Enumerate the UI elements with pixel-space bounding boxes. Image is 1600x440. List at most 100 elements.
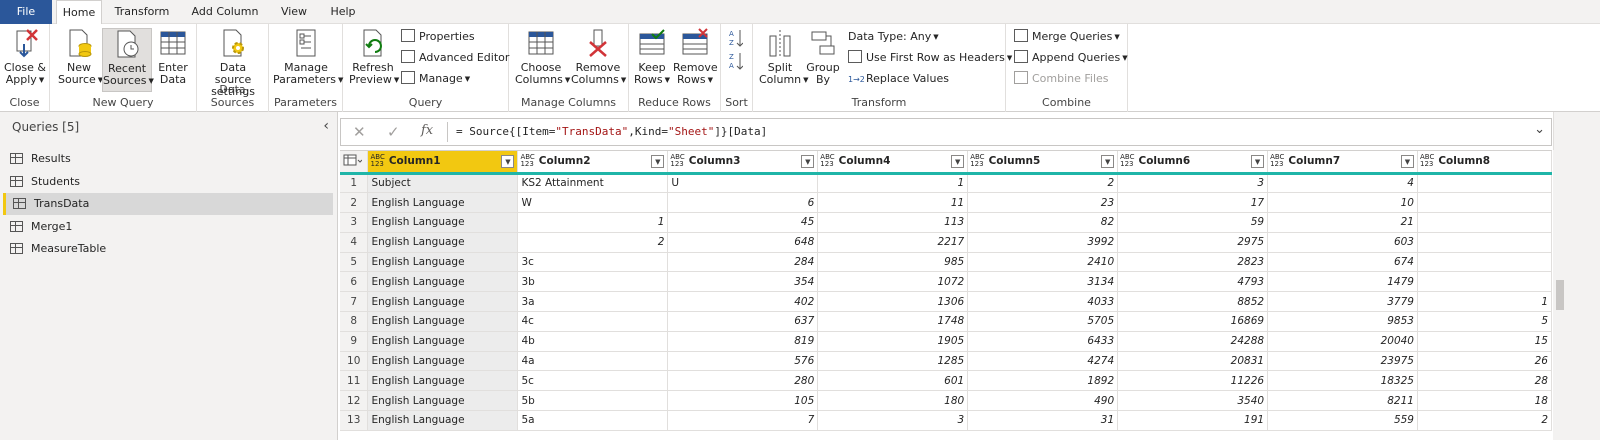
type-any-icon[interactable]: ABC 123 [820, 154, 834, 168]
table-cell[interactable]: 20831 [1117, 351, 1269, 372]
table-cell[interactable]: 1905 [817, 331, 969, 352]
table-cell[interactable]: 8211 [1267, 390, 1418, 412]
table-cell[interactable]: 4033 [967, 291, 1119, 313]
table-cell[interactable]: 113 [817, 212, 969, 233]
replace-values-button[interactable]: 1→2Replace Values [848, 70, 949, 88]
query-item-merge1[interactable]: Merge1 [3, 216, 333, 238]
table-cell[interactable]: 4793 [1117, 271, 1269, 293]
table-cell[interactable]: 1479 [1267, 271, 1418, 293]
refresh-preview-button[interactable]: Refresh Preview ▼ [349, 28, 399, 86]
tab-file[interactable]: File [0, 0, 52, 24]
close-apply-button[interactable]: Close & Apply ▼ [3, 28, 47, 86]
append-queries-button[interactable]: Append Queries ▼ [1014, 49, 1128, 67]
column-header-1[interactable]: ABC 123 Column1 ▼ [367, 151, 519, 175]
type-any-icon[interactable]: ABC 123 [670, 154, 684, 168]
table-cell[interactable]: 637 [667, 311, 819, 332]
table-cell[interactable]: 1748 [817, 311, 969, 332]
table-cell[interactable]: 4a [517, 351, 669, 372]
properties-button[interactable]: Properties [401, 28, 475, 46]
split-column-button[interactable]: Split Column ▼ [759, 28, 809, 86]
table-cell[interactable]: 6433 [967, 331, 1119, 352]
advanced-editor-button[interactable]: Advanced Editor [401, 49, 509, 67]
table-cell[interactable]: 354 [667, 271, 819, 293]
formula-input[interactable]: = Source{[Item="TransData",Kind="Sheet"]… [456, 125, 767, 138]
expand-formula-icon[interactable]: ⌄ [1534, 122, 1545, 137]
table-cell[interactable]: 4b [517, 331, 669, 352]
type-any-icon[interactable]: ABC 123 [970, 154, 984, 168]
enter-data-button[interactable]: Enter Data [154, 28, 192, 86]
sort-ascending-button[interactable]: AZ [729, 28, 744, 47]
table-cell[interactable]: English Language [367, 410, 519, 431]
table-cell[interactable] [1417, 192, 1552, 214]
table-cell[interactable] [1417, 173, 1552, 194]
table-cell[interactable]: English Language [367, 232, 519, 253]
manage-query-button[interactable]: Manage ▼ [401, 70, 470, 88]
use-first-row-headers-button[interactable]: Use First Row as Headers ▼ [848, 49, 1012, 67]
table-cell[interactable]: 2 [967, 173, 1119, 194]
fx-icon[interactable]: fx [421, 123, 433, 138]
new-source-button[interactable]: New Source ▼ [58, 28, 103, 86]
table-cell[interactable]: English Language [367, 370, 519, 392]
query-item-measuretable[interactable]: MeasureTable [3, 238, 333, 260]
table-cell[interactable]: Subject [367, 173, 519, 194]
table-cell[interactable] [1417, 212, 1552, 233]
table-cell[interactable]: 45 [667, 212, 819, 233]
table-menu-corner[interactable] [340, 151, 369, 175]
table-cell[interactable]: 82 [967, 212, 1119, 233]
table-cell[interactable]: 4c [517, 311, 669, 332]
table-cell[interactable]: 2 [1417, 410, 1552, 431]
table-cell[interactable]: 601 [817, 370, 969, 392]
column-header-3[interactable]: ABC 123 Column3 ▼ [667, 151, 819, 175]
table-cell[interactable]: 31 [967, 410, 1119, 431]
table-cell[interactable]: 10 [1267, 192, 1418, 214]
choose-columns-button[interactable]: Choose Columns ▼ [515, 28, 570, 86]
table-cell[interactable]: 5b [517, 390, 669, 412]
table-cell[interactable]: 21 [1267, 212, 1418, 233]
table-cell[interactable]: 4274 [967, 351, 1119, 372]
merge-queries-button[interactable]: Merge Queries ▼ [1014, 28, 1120, 46]
column-header-5[interactable]: ABC 123 Column5 ▼ [967, 151, 1119, 175]
table-cell[interactable]: 191 [1117, 410, 1269, 431]
type-any-icon[interactable]: ABC 123 [1270, 154, 1284, 168]
commit-formula-icon[interactable]: ✓ [387, 123, 400, 141]
table-cell[interactable]: 18 [1417, 390, 1552, 412]
table-cell[interactable]: 402 [667, 291, 819, 313]
table-cell[interactable]: 1892 [967, 370, 1119, 392]
combine-files-button[interactable]: Combine Files [1014, 70, 1109, 88]
table-cell[interactable]: 5705 [967, 311, 1119, 332]
table-cell[interactable]: 15 [1417, 331, 1552, 352]
table-cell[interactable]: English Language [367, 252, 519, 273]
table-cell[interactable]: 7 [667, 410, 819, 431]
cancel-formula-icon[interactable]: ✕ [353, 123, 366, 141]
table-cell[interactable]: 3 [817, 410, 969, 431]
table-cell[interactable]: 2823 [1117, 252, 1269, 273]
query-item-transdata[interactable]: TransData [3, 193, 333, 215]
column-filter-dropdown-icon[interactable]: ▼ [1251, 155, 1265, 168]
table-cell[interactable]: 59 [1117, 212, 1269, 233]
table-cell[interactable]: 8852 [1117, 291, 1269, 313]
query-item-students[interactable]: Students [3, 171, 333, 193]
table-cell[interactable]: 3 [1117, 173, 1269, 194]
table-cell[interactable]: 674 [1267, 252, 1418, 273]
table-cell[interactable]: 3b [517, 271, 669, 293]
table-cell[interactable]: 1 [517, 212, 669, 233]
type-any-icon[interactable]: ABC 123 [1120, 154, 1134, 168]
keep-rows-button[interactable]: Keep Rows ▼ [633, 28, 671, 86]
tab-view[interactable]: View [276, 0, 312, 24]
table-cell[interactable]: English Language [367, 291, 519, 313]
table-cell[interactable]: 17 [1117, 192, 1269, 214]
table-cell[interactable]: 3c [517, 252, 669, 273]
table-cell[interactable]: 2 [517, 232, 669, 253]
table-cell[interactable]: 28 [1417, 370, 1552, 392]
table-cell[interactable]: 5 [1417, 311, 1552, 332]
table-cell[interactable]: English Language [367, 271, 519, 293]
table-cell[interactable]: 1285 [817, 351, 969, 372]
table-cell[interactable]: English Language [367, 390, 519, 412]
tab-home[interactable]: Home [56, 0, 102, 25]
column-filter-dropdown-icon[interactable]: ▼ [951, 155, 965, 168]
tab-add-column[interactable]: Add Column [186, 0, 264, 24]
table-cell[interactable]: 284 [667, 252, 819, 273]
type-any-icon[interactable]: ABC 123 [520, 154, 534, 168]
column-filter-dropdown-icon[interactable]: ▼ [1400, 155, 1414, 168]
table-cell[interactable]: 1306 [817, 291, 969, 313]
